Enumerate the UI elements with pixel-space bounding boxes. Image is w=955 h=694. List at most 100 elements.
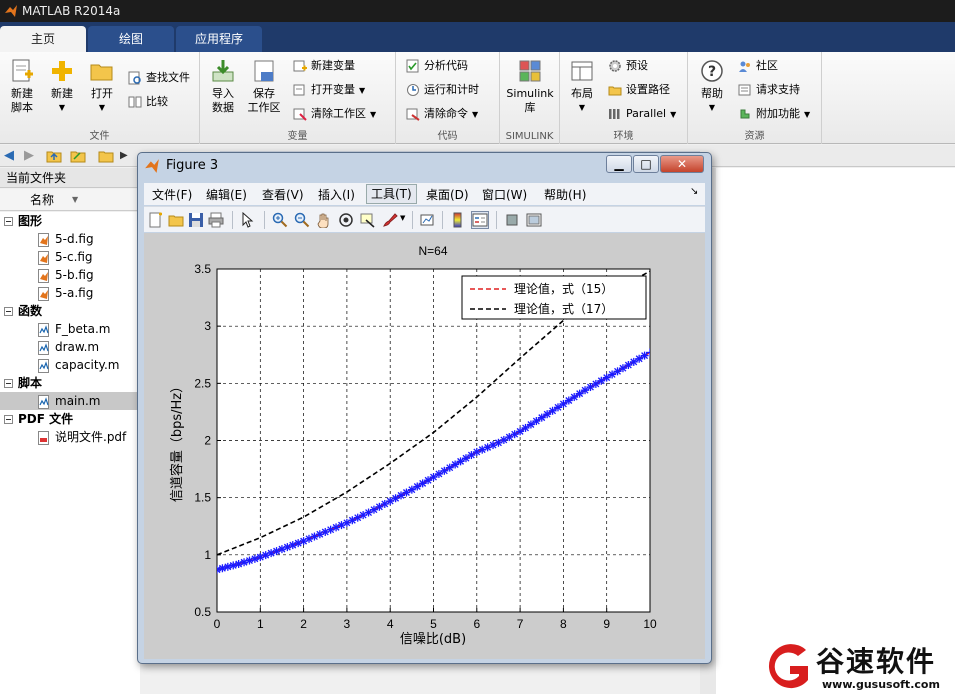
link-plot-icon[interactable]	[420, 212, 436, 228]
print-icon[interactable]	[208, 212, 224, 228]
hide-plot-tools-icon[interactable]	[504, 212, 520, 228]
pointer-icon[interactable]	[240, 212, 256, 228]
open-file-icon[interactable]	[168, 212, 184, 228]
collapse-toggle-icon[interactable]	[4, 217, 13, 226]
group-label-resources: 资源	[744, 131, 765, 142]
plot-svg[interactable]: N=64 0 1 2 3 4 5 6 7 8 9 10 0.5 1 1.5 2 2.5 3 3.5 信噪比(dB…	[144, 233, 705, 659]
data-point-marker	[218, 564, 227, 573]
file-item[interactable]: F_beta.m	[0, 320, 140, 338]
new-figure-icon[interactable]	[148, 212, 164, 228]
toolbar-separator	[496, 211, 497, 229]
file-item[interactable]: 5-a.fig	[0, 284, 140, 302]
run-and-time-button[interactable]: 运行和计时	[406, 80, 479, 100]
up-folder-icon[interactable]	[46, 148, 62, 164]
file-item[interactable]: 5-d.fig	[0, 230, 140, 248]
request-support-button[interactable]: 请求支持	[738, 80, 800, 100]
clear-workspace-button[interactable]: 清除工作区 ▼	[293, 104, 376, 124]
new-script-button[interactable]: 新建 脚本	[2, 58, 42, 115]
path-separator-icon: ▶	[120, 150, 128, 161]
y-axis-label: 信道容量（bps/Hz）	[169, 380, 185, 502]
close-button[interactable]: ✕	[660, 155, 704, 173]
figure-title: Figure 3	[166, 158, 219, 173]
figure-window[interactable]: Figure 3 ▁ □ ✕ 文件(F) 编辑(E) 查看(V) 插入(I) 工…	[137, 152, 712, 664]
name-column-header[interactable]: 名称 ▼	[0, 189, 140, 211]
back-arrow-icon[interactable]: ◀	[4, 148, 14, 163]
file-item[interactable]: 5-c.fig	[0, 248, 140, 266]
pan-hand-icon[interactable]	[316, 212, 332, 228]
x-tick-label: 1	[257, 617, 264, 631]
maximize-button[interactable]: □	[633, 155, 659, 173]
dock-arrow-icon[interactable]: ↘	[690, 186, 698, 197]
file-item[interactable]: 说明文件.pdf	[0, 428, 140, 446]
y-tick-labels: 0.5 1 1.5 2 2.5 3 3.5	[194, 262, 211, 619]
compare-button[interactable]: 比较	[128, 92, 168, 112]
new-button[interactable]: 新建 ▼	[42, 58, 82, 115]
preferences-button[interactable]: 预设	[608, 56, 648, 76]
data-cursor-icon[interactable]	[360, 212, 376, 228]
import-data-button[interactable]: 导入 数据	[203, 58, 243, 115]
analyze-code-button[interactable]: 分析代码	[406, 56, 468, 76]
collapse-toggle-icon[interactable]	[4, 415, 13, 424]
file-item[interactable]: draw.m	[0, 338, 140, 356]
tree-category[interactable]: PDF 文件	[0, 410, 140, 428]
zoom-in-icon[interactable]	[272, 212, 288, 228]
command-window-area[interactable]	[716, 168, 955, 694]
help-button[interactable]: ? 帮助 ▼	[692, 58, 732, 115]
new-variable-button[interactable]: 新建变量	[293, 56, 355, 76]
legend-icon[interactable]	[471, 211, 489, 229]
figure-menubar: 文件(F) 编辑(E) 查看(V) 插入(I) 工具(T) 桌面(D) 窗口(W…	[144, 183, 705, 205]
menu-insert[interactable]: 插入(I)	[318, 186, 355, 203]
menu-view[interactable]: 查看(V)	[262, 186, 304, 203]
forward-arrow-icon[interactable]: ▶	[24, 148, 34, 163]
menu-file[interactable]: 文件(F)	[152, 186, 192, 203]
tab-apps[interactable]: 应用程序	[176, 26, 262, 52]
collapse-toggle-icon[interactable]	[4, 379, 13, 388]
ribbon: 新建 脚本 新建 ▼ 打开 ▼ 查找文件 比较 文件 导入 数据 保存 工作区	[0, 52, 955, 144]
collapse-toggle-icon[interactable]	[4, 307, 13, 316]
legend[interactable]: 理论值，式（15） 理论值，式（17）	[461, 275, 647, 320]
dropdown-arrow-icon: ▼	[58, 103, 66, 112]
add-ons-button[interactable]: 附加功能 ▼	[738, 104, 810, 124]
file-item[interactable]: capacity.m	[0, 356, 140, 374]
minimize-button[interactable]: ▁	[606, 155, 632, 173]
x-tick-labels: 0 1 2 3 4 5 6 7 8 9 10	[214, 617, 657, 631]
rotate-3d-icon[interactable]	[338, 212, 354, 228]
zoom-out-icon[interactable]	[294, 212, 310, 228]
file-name: F_beta.m	[55, 322, 111, 336]
tree-category[interactable]: 图形	[0, 212, 140, 230]
menu-edit[interactable]: 编辑(E)	[206, 186, 247, 203]
tree-category[interactable]: 函数	[0, 302, 140, 320]
m-file-icon	[38, 358, 49, 373]
browse-folder-icon[interactable]	[70, 148, 86, 164]
tree-category[interactable]: 脚本	[0, 374, 140, 392]
file-item[interactable]: main.m	[0, 392, 140, 410]
show-plot-tools-icon[interactable]	[526, 212, 542, 228]
menu-tools[interactable]: 工具(T)	[366, 184, 417, 204]
layout-button[interactable]: 布局 ▼	[562, 58, 602, 115]
menu-desktop[interactable]: 桌面(D)	[426, 186, 469, 203]
find-files-button[interactable]: 查找文件	[128, 68, 190, 88]
open-button[interactable]: 打开 ▼	[82, 58, 122, 115]
set-path-button[interactable]: 设置路径	[608, 80, 670, 100]
dropdown-arrow-icon[interactable]: ▼	[400, 214, 405, 222]
tab-plots[interactable]: 绘图	[88, 26, 174, 52]
add-ons-icon	[740, 109, 750, 119]
save-icon[interactable]	[188, 212, 204, 228]
menu-help[interactable]: 帮助(H)	[544, 186, 586, 203]
category-label: PDF 文件	[18, 412, 74, 426]
parallel-button[interactable]: Parallel ▼	[608, 104, 676, 124]
tab-home[interactable]: 主页	[0, 26, 86, 52]
svg-text:?: ?	[708, 64, 716, 80]
save-workspace-button[interactable]: 保存 工作区	[244, 58, 284, 115]
fig-file-icon	[38, 250, 49, 265]
community-button[interactable]: 社区	[738, 56, 778, 76]
open-variable-button[interactable]: 打开变量 ▼	[293, 80, 365, 100]
brush-icon[interactable]	[382, 212, 398, 228]
figure-titlebar[interactable]: Figure 3 ▁ □ ✕	[138, 153, 711, 179]
figure-canvas[interactable]: N=64 0 1 2 3 4 5 6 7 8 9 10 0.5 1 1.5 2 2.5 3 3.5 信噪比(dB…	[144, 233, 705, 659]
file-item[interactable]: 5-b.fig	[0, 266, 140, 284]
colorbar-icon[interactable]	[450, 212, 466, 228]
clear-commands-button[interactable]: 清除命令 ▼	[406, 104, 478, 124]
simulink-library-button[interactable]: Simulink 库	[504, 58, 556, 115]
menu-window[interactable]: 窗口(W)	[482, 186, 527, 203]
